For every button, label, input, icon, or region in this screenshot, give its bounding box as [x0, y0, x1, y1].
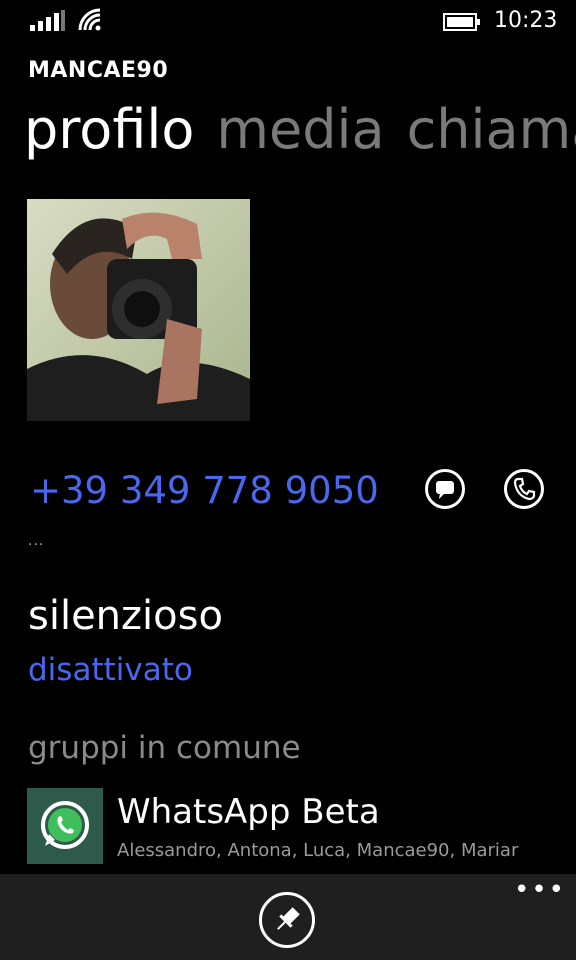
- whatsapp-icon[interactable]: [27, 788, 103, 864]
- groups-header: gruppi in comune: [28, 730, 301, 766]
- tab-media[interactable]: media: [216, 98, 384, 161]
- pin-button[interactable]: [259, 892, 315, 948]
- silent-label: silenzioso: [28, 593, 223, 639]
- silent-value[interactable]: disattivato: [28, 652, 193, 688]
- clock: 10:23: [494, 8, 558, 33]
- status-bar: 10:23: [0, 0, 576, 40]
- app-title: MANCAE90: [28, 58, 169, 83]
- group-members: Alessandro, Antona, Luca, Mancae90, Mari…: [117, 840, 519, 861]
- more-info-ellipsis[interactable]: ...: [28, 533, 44, 549]
- more-options-button[interactable]: •••: [514, 877, 566, 903]
- call-button[interactable]: [504, 469, 544, 509]
- phone-icon: [513, 477, 536, 501]
- pivot-header: profilo media chiama: [24, 98, 576, 161]
- profile-photo: [27, 199, 250, 421]
- message-button[interactable]: [425, 469, 465, 509]
- signal-icon: [30, 10, 65, 31]
- battery-icon: [443, 13, 480, 31]
- wifi-icon: [78, 8, 101, 31]
- tab-chiama[interactable]: chiama: [407, 98, 576, 161]
- message-icon: [436, 481, 454, 499]
- tab-profilo[interactable]: profilo: [24, 98, 194, 161]
- group-name[interactable]: WhatsApp Beta: [117, 792, 380, 832]
- phone-number[interactable]: +39 349 778 9050: [30, 469, 379, 512]
- pin-icon: [277, 907, 300, 930]
